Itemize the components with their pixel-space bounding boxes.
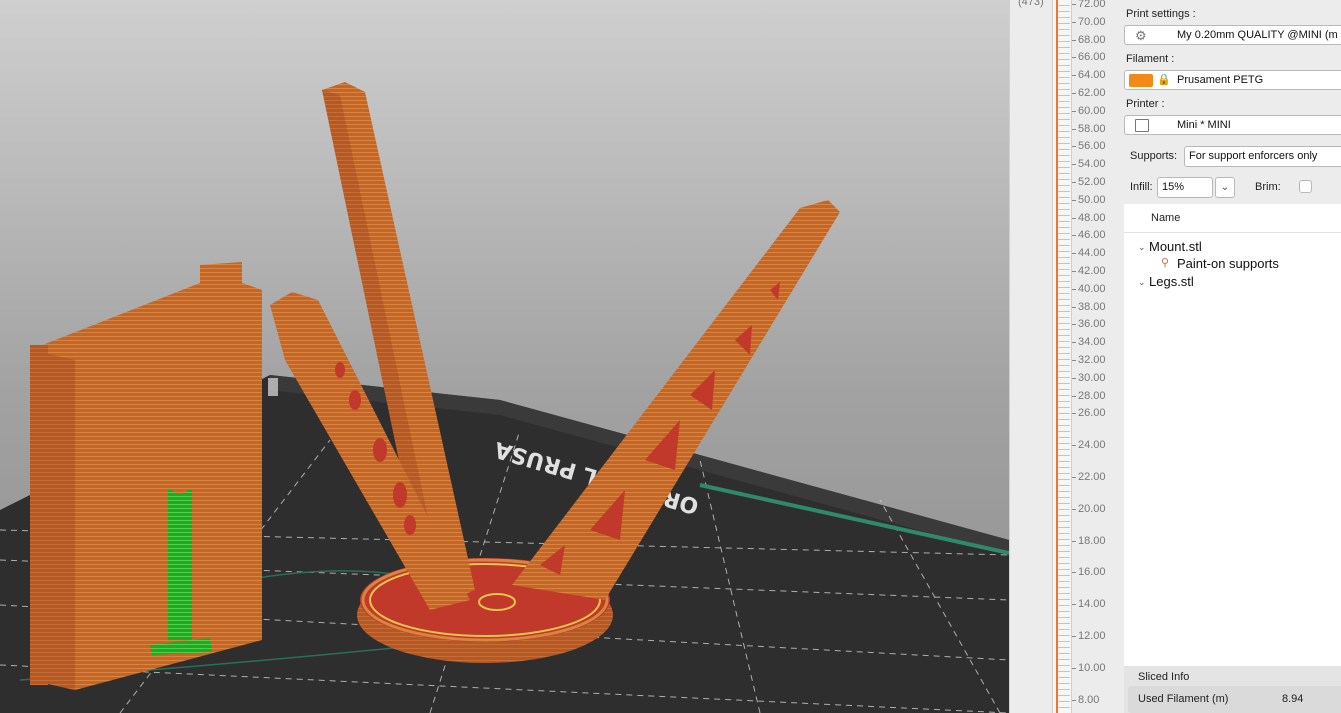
slider-tick-label: 28.00 [1072,389,1106,402]
brim-label: Brim: [1255,181,1281,193]
slider-tick-label: 50.00 [1072,193,1106,206]
supports-select[interactable]: For support enforcers only [1184,146,1341,167]
filament-value: Prusament PETG [1177,74,1264,86]
slider-tick-label: 42.00 [1072,265,1106,277]
slider-tick-label: 22.00 [1072,471,1106,483]
filament-combo[interactable]: 🔒 Prusament PETG [1124,70,1341,90]
slider-tick-label: 46.00 [1072,229,1106,242]
object-list-header-name: Name [1151,212,1181,224]
3d-preview-viewport[interactable]: ORIGINAL PRUSA [0,0,1009,713]
paint-brush-icon: ⚲ [1161,257,1170,269]
slider-tick-label: 26.00 [1072,407,1106,420]
layer-height-slider[interactable]: (473) 72.00 70.00 68.00 66.00 64.00 62.00 60.0… [1009,0,1125,713]
slider-tick-label: 58.00 [1072,122,1106,135]
slider-tick-label: 72.00 [1072,0,1106,10]
legs-model[interactable] [30,262,262,690]
slider-tick-label: 62.00 [1072,87,1106,99]
slider-tick-label: 32.00 [1072,354,1106,366]
object-item-mount[interactable]: Mount.stl [1149,239,1202,254]
slider-tick-label: 70.00 [1072,15,1106,28]
slider-ticks [1058,0,1070,713]
slider-tick-label: 36.00 [1072,318,1106,331]
slider-tick-label: 44.00 [1072,247,1106,260]
brim-checkbox[interactable] [1299,180,1312,193]
layer-count-label: (473) [1018,0,1044,8]
slider-tick-label: 66.00 [1072,51,1106,64]
slider-tick-label: 56.00 [1072,140,1106,153]
used-filament-value: 8.94 [1282,693,1304,705]
slider-tick-label: 68.00 [1072,33,1106,46]
slider-tick-label: 54.00 [1072,158,1106,171]
slider-tick-label: 24.00 [1072,439,1106,452]
slider-tick-label: 30.00 [1072,371,1106,384]
printer-value: Mini * MINI [1177,119,1231,131]
chevron-down-icon[interactable]: ⌄ [1138,277,1146,288]
slider-tick-label: 12.00 [1072,630,1106,642]
infill-dropdown-button[interactable]: ⌄ [1215,177,1235,198]
slider-tick-label: 14.00 [1072,598,1106,611]
supports-label: Supports: [1130,150,1178,162]
slider-tick-label: 16.00 [1072,566,1106,579]
printer-combo[interactable]: Mini * MINI [1124,115,1341,135]
object-list[interactable]: Name ⌄ Mount.stl ⚲ Paint-on supports ⌄ L… [1124,204,1341,666]
slider-tick-label: 48.00 [1072,211,1106,224]
slider-tick-label: 34.00 [1072,336,1106,349]
printer-icon [1135,119,1149,132]
sliced-info-title: Sliced Info [1138,671,1190,683]
chevron-down-icon: ⌄ [1220,182,1230,193]
used-filament-label: Used Filament (m) [1138,693,1229,705]
object-item-legs[interactable]: Legs.stl [1149,274,1194,289]
sliced-info-row: Used Filament (m) 8.94 [1128,686,1341,713]
slider-tick-label: 64.00 [1072,69,1106,82]
filament-label: Filament : [1126,53,1175,65]
infill-label: Infill: [1130,181,1153,193]
printer-label: Printer : [1126,98,1165,110]
object-subitem-paint-on-supports[interactable]: Paint-on supports [1177,256,1279,271]
lock-icon: 🔒 [1157,74,1171,86]
print-settings-combo[interactable]: ⚙ My 0.20mm QUALITY @MINI (m [1124,25,1341,45]
print-settings-value: My 0.20mm QUALITY @MINI (m [1177,29,1338,41]
infill-value: 15% [1162,181,1185,193]
chevron-down-icon[interactable]: ⌄ [1138,242,1146,253]
slider-tick-label: 18.00 [1072,534,1106,547]
sliced-info-section: Sliced Info Used Filament (m) 8.94 [1124,666,1341,713]
supports-value: For support enforcers only [1189,150,1318,162]
sliced-model-preview: ORIGINAL PRUSA [0,82,1009,713]
gear-icon: ⚙ [1135,28,1147,43]
slider-tick-label: 38.00 [1072,300,1106,313]
slider-tick-label: 10.00 [1072,661,1106,674]
print-settings-label: Print settings : [1126,8,1196,20]
slider-tick-label: 20.00 [1072,502,1106,515]
settings-panel: Print settings : ⚙ My 0.20mm QUALITY @MI… [1124,0,1341,713]
slider-tick-label: 52.00 [1072,176,1106,188]
filament-color-swatch [1129,74,1153,87]
slider-tick-label: 60.00 [1072,104,1106,117]
slider-tick-label: 8.00 [1071,693,1100,706]
slider-tick-label: 40.00 [1072,282,1106,295]
infill-input[interactable]: 15% [1157,177,1213,198]
